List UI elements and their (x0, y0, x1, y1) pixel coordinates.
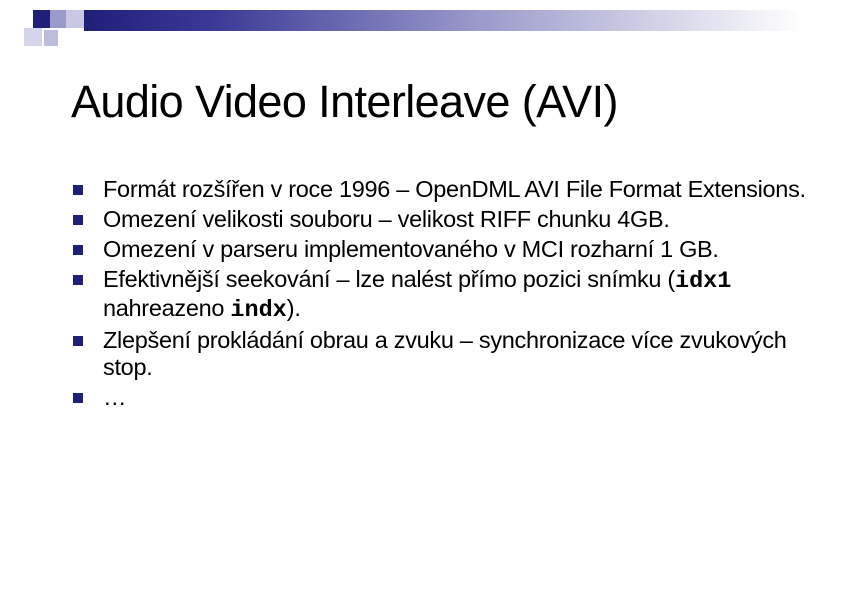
code-idx1: idx1 (674, 268, 732, 295)
list-item: … (73, 384, 823, 411)
bullet-list: Formát rozšířen v roce 1996 – OpenDML AV… (73, 176, 823, 414)
list-item: Efektivnější seekování – lze nalést přím… (73, 266, 823, 324)
decor-square-5 (44, 30, 58, 46)
bullet-text: Omezení velikosti souboru – velikost RIF… (103, 206, 670, 232)
bullet-text: … (103, 384, 127, 410)
gradient-bar (84, 10, 802, 31)
square-bullet-icon (73, 275, 83, 285)
decor-square-1 (33, 10, 51, 28)
bullet-text: Omezení v parseru implementovaného v MCI… (103, 236, 719, 262)
header-decoration (0, 0, 842, 60)
bullet-text: Formát rozšířen v roce 1996 – OpenDML AV… (103, 176, 806, 202)
square-bullet-icon (73, 393, 83, 403)
slide-title: Audio Video Interleave (AVI) (71, 76, 618, 127)
square-bullet-icon (73, 245, 83, 255)
bullet-text: Zlepšení prokládání obrau a zvuku – sync… (103, 327, 787, 380)
bullet-text-start: Efektivnější seekování – lze nalést přím… (103, 266, 675, 292)
decor-square-3 (66, 10, 84, 28)
list-item: Zlepšení prokládání obrau a zvuku – sync… (73, 327, 823, 381)
code-indx: indx (230, 297, 287, 324)
decor-square-2 (50, 10, 66, 28)
square-bullet-icon (73, 185, 83, 195)
bullet-text-middle: nahreazeno (103, 295, 231, 321)
square-bullet-icon (73, 215, 83, 225)
bullet-text-end: ). (286, 295, 301, 321)
list-item: Formát rozšířen v roce 1996 – OpenDML AV… (73, 176, 823, 203)
square-bullet-icon (73, 336, 83, 346)
list-item: Omezení v parseru implementovaného v MCI… (73, 236, 823, 263)
decor-square-4 (24, 28, 42, 46)
list-item: Omezení velikosti souboru – velikost RIF… (73, 206, 823, 233)
